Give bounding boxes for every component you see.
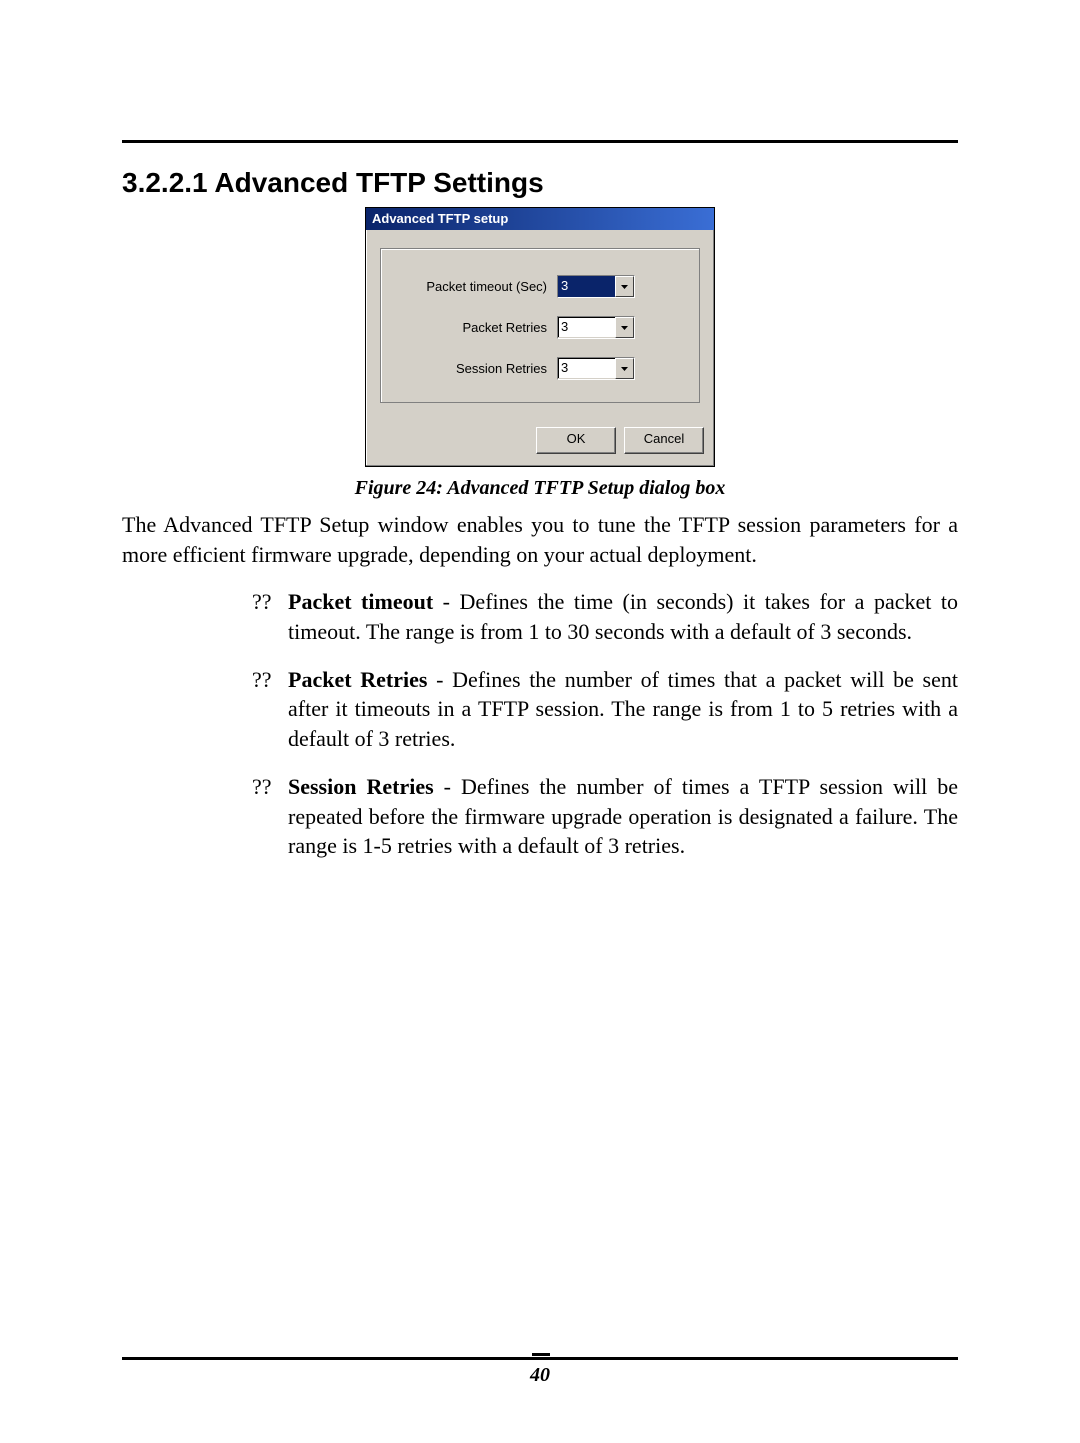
cancel-button[interactable]: Cancel: [624, 427, 704, 454]
dialog-body: Packet timeout (Sec) 3 Packet Retries 3: [366, 230, 714, 413]
dropdown-packet-retries[interactable]: 3: [557, 316, 635, 339]
document-page: 3.2.2.1 Advanced TFTP Settings Advanced …: [0, 0, 1080, 1443]
label-packet-timeout: Packet timeout (Sec): [397, 279, 557, 294]
dialog-button-row: OK Cancel: [366, 413, 714, 466]
row-packet-timeout: Packet timeout (Sec) 3: [397, 275, 683, 298]
page-number: 40: [122, 1364, 958, 1387]
dropdown-value: 3: [558, 276, 615, 297]
dialog-titlebar: Advanced TFTP setup: [366, 208, 714, 230]
bullet-marker: ??: [252, 772, 272, 802]
section-heading: 3.2.2.1 Advanced TFTP Settings: [122, 167, 958, 199]
top-rule: [122, 140, 958, 143]
dropdown-session-retries[interactable]: 3: [557, 357, 635, 380]
list-item: ?? Packet timeout - Defines the time (in…: [252, 587, 958, 646]
intro-paragraph: The Advanced TFTP Setup window enables y…: [122, 510, 958, 569]
list-item: ?? Session Retries - Defines the number …: [252, 772, 958, 861]
chevron-down-icon[interactable]: [615, 358, 634, 379]
dialog-screenshot: Advanced TFTP setup Packet timeout (Sec)…: [122, 207, 958, 467]
bullet-marker: ??: [252, 665, 272, 695]
figure-caption: Figure 24: Advanced TFTP Setup dialog bo…: [122, 477, 958, 500]
row-session-retries: Session Retries 3: [397, 357, 683, 380]
list-item: ?? Packet Retries - Defines the number o…: [252, 665, 958, 754]
chevron-down-icon[interactable]: [615, 276, 634, 297]
row-packet-retries: Packet Retries 3: [397, 316, 683, 339]
dropdown-packet-timeout[interactable]: 3: [557, 275, 635, 298]
bullet-term: Packet Retries: [288, 667, 427, 692]
field-group: Packet timeout (Sec) 3 Packet Retries 3: [380, 248, 700, 403]
bullet-list: ?? Packet timeout - Defines the time (in…: [122, 587, 958, 861]
bullet-term: Packet timeout: [288, 589, 433, 614]
advanced-tftp-dialog: Advanced TFTP setup Packet timeout (Sec)…: [365, 207, 715, 467]
bullet-marker: ??: [252, 587, 272, 617]
chevron-down-icon[interactable]: [615, 317, 634, 338]
bullet-term: Session Retries: [288, 774, 434, 799]
label-packet-retries: Packet Retries: [397, 320, 557, 335]
dropdown-value: 3: [558, 317, 615, 338]
bottom-rule: [122, 1357, 958, 1360]
dropdown-value: 3: [558, 358, 615, 379]
label-session-retries: Session Retries: [397, 361, 557, 376]
page-footer: 40: [122, 1357, 958, 1387]
ok-button[interactable]: OK: [536, 427, 616, 454]
